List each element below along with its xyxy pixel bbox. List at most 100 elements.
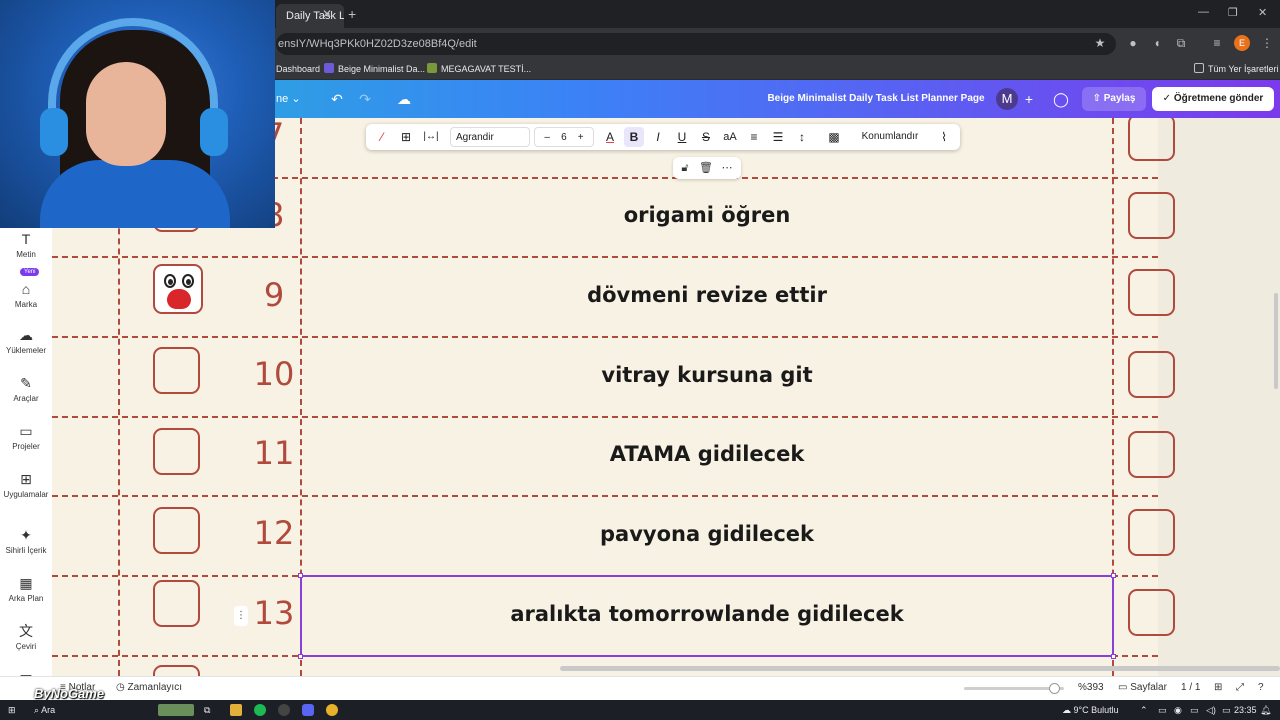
checkbox[interactable]: [1128, 118, 1175, 161]
bookmark-star-icon[interactable]: ★: [1091, 34, 1109, 52]
font-size-value[interactable]: 6: [561, 132, 567, 143]
checkbox[interactable]: [153, 428, 200, 475]
windows-start-icon[interactable]: ⊞: [8, 700, 16, 720]
bookmark-item[interactable]: MEGAGAVAT TESTİ...: [427, 61, 531, 77]
battery-icon[interactable]: ▭: [1222, 700, 1231, 720]
all-bookmarks[interactable]: Tüm Yer İşaretleri: [1194, 61, 1279, 77]
bookmark-item[interactable]: Dashboard: [276, 61, 320, 77]
document-title[interactable]: Beige Minimalist Daily Task List Planner…: [760, 80, 992, 118]
cloud-saved-icon[interactable]: ☁: [393, 88, 415, 110]
grid-view-icon[interactable]: ⊞: [1214, 677, 1222, 699]
weather-widget[interactable]: ☁ 9°C Bulutlu: [1062, 700, 1119, 720]
sidebar-item-uploads[interactable]: ☁ Yüklemeler: [0, 326, 52, 355]
italic-button[interactable]: I: [648, 127, 668, 147]
vertical-scrollbar[interactable]: [1274, 293, 1278, 389]
resize-handle[interactable]: [298, 654, 303, 659]
undo-icon[interactable]: ↶: [326, 88, 348, 110]
new-tab-icon[interactable]: +: [348, 4, 356, 24]
trash-icon[interactable]: 🗑︎: [697, 159, 715, 177]
pages-button[interactable]: ▭ Sayfalar: [1118, 677, 1167, 699]
clock[interactable]: 23:35: [1234, 700, 1257, 720]
checkbox[interactable]: [153, 580, 200, 627]
zoom-slider[interactable]: [964, 683, 1064, 694]
checkbox[interactable]: [1128, 269, 1175, 316]
file-menu[interactable]: ne ⌄: [276, 80, 301, 118]
bookmark-item[interactable]: Beige Minimalist Da...: [324, 61, 425, 77]
add-collaborator-icon[interactable]: +: [1018, 88, 1040, 110]
checkbox[interactable]: [1128, 431, 1175, 478]
checkbox[interactable]: [153, 347, 200, 394]
list-icon[interactable]: ☰: [768, 127, 788, 147]
resize-handle[interactable]: [1111, 573, 1116, 578]
checkbox[interactable]: [1128, 192, 1175, 239]
strikethrough-button[interactable]: S: [696, 127, 716, 147]
task-text[interactable]: origami öğren: [302, 203, 1112, 227]
checkbox[interactable]: [1128, 351, 1175, 398]
align-center-icon[interactable]: ≡: [744, 127, 764, 147]
extensions-puzzle-icon[interactable]: ⧉: [1172, 34, 1190, 52]
sidebar-item-translate[interactable]: 文 Çeviri: [0, 622, 52, 651]
element-more-icon[interactable]: ⋮: [234, 606, 248, 626]
minimize-icon[interactable]: —: [1198, 6, 1209, 18]
resize-handle[interactable]: [298, 573, 303, 578]
checkbox[interactable]: [153, 665, 200, 676]
paint-format-icon[interactable]: ⌇: [934, 127, 954, 147]
tab-close-icon[interactable]: ✕: [322, 4, 332, 24]
zoom-value[interactable]: %393: [1078, 677, 1104, 699]
user-avatar[interactable]: M: [996, 88, 1018, 110]
horizontal-scrollbar[interactable]: [560, 666, 1280, 671]
bold-button[interactable]: B: [624, 127, 644, 147]
network-icon[interactable]: ▭: [1190, 700, 1199, 720]
checkbox[interactable]: [1128, 509, 1175, 556]
text-color-icon[interactable]: A: [600, 127, 620, 147]
task-text[interactable]: dövmeni revize ettir: [302, 283, 1112, 307]
increase-size-button[interactable]: +: [578, 132, 584, 143]
redo-icon[interactable]: ↷: [354, 88, 376, 110]
file-explorer-icon[interactable]: [230, 704, 242, 716]
position-button[interactable]: Konumlandır: [854, 127, 926, 147]
sidebar-item-tools[interactable]: ✎ Araçlar: [0, 374, 52, 403]
reading-list-icon[interactable]: ≡: [1208, 34, 1226, 52]
volume-icon[interactable]: ◁): [1206, 700, 1216, 720]
taskbar-widget-icon[interactable]: [158, 704, 194, 716]
tray-app-icon[interactable]: ▭: [1158, 700, 1167, 720]
url-field[interactable]: ensIY/WHq3PKk0HZ02D3ze08Bf4Q/edit: [276, 33, 1116, 55]
resize-handle[interactable]: [1111, 654, 1116, 659]
decrease-size-button[interactable]: –: [544, 132, 550, 143]
notification-icon[interactable]: 🔔︎: [1260, 700, 1271, 720]
color-style-icon[interactable]: ⁄: [372, 127, 392, 147]
task-text[interactable]: pavyona gidilecek: [302, 522, 1112, 546]
letter-case-button[interactable]: aA: [720, 127, 740, 147]
sidebar-item-brand[interactable]: ⌂ Marka: [0, 280, 52, 309]
send-to-teacher-button[interactable]: ✓ Öğretmene gönder: [1152, 87, 1274, 111]
extension-icon[interactable]: ●: [1124, 34, 1142, 52]
window-close-icon[interactable]: ✕: [1258, 6, 1267, 19]
line-spacing-icon[interactable]: ↕: [792, 127, 812, 147]
tray-chevron-icon[interactable]: ⌃: [1140, 700, 1148, 720]
spacing-icon[interactable]: |↔|: [420, 127, 442, 147]
zoom-slider-knob[interactable]: [1049, 683, 1060, 694]
share-button[interactable]: ⇧ Paylaş: [1082, 87, 1146, 111]
table-icon[interactable]: ⊞: [396, 127, 416, 147]
selection-box[interactable]: [298, 573, 1116, 659]
tray-app-icon[interactable]: ◉: [1174, 700, 1182, 720]
lock-icon[interactable]: 🔓︎: [676, 159, 694, 177]
app-icon[interactable]: [278, 704, 290, 716]
checkbox[interactable]: [153, 507, 200, 554]
font-size-stepper[interactable]: – 6 +: [534, 127, 594, 147]
help-icon[interactable]: ?: [1258, 677, 1264, 699]
task-view-icon[interactable]: ⧉: [204, 700, 210, 720]
taskbar-search[interactable]: ⌕ Ara: [34, 700, 55, 720]
restore-icon[interactable]: ❐: [1228, 6, 1238, 19]
underline-button[interactable]: U: [672, 127, 692, 147]
browser-menu-icon[interactable]: ⋮: [1258, 34, 1276, 52]
more-options-icon[interactable]: ⋯: [718, 159, 736, 177]
checkbox[interactable]: [1128, 589, 1175, 636]
audio-extension-icon[interactable]: ◖: [1148, 34, 1166, 52]
sidebar-item-text[interactable]: T Metin: [0, 230, 52, 259]
timer-button[interactable]: ◷ Zamanlayıcı: [116, 677, 182, 699]
sidebar-item-background[interactable]: ▦ Arka Plan: [0, 574, 52, 603]
font-family-select[interactable]: Agrandir: [450, 127, 530, 147]
lips-face-sticker[interactable]: [153, 264, 203, 314]
transparency-icon[interactable]: ▩: [824, 127, 844, 147]
